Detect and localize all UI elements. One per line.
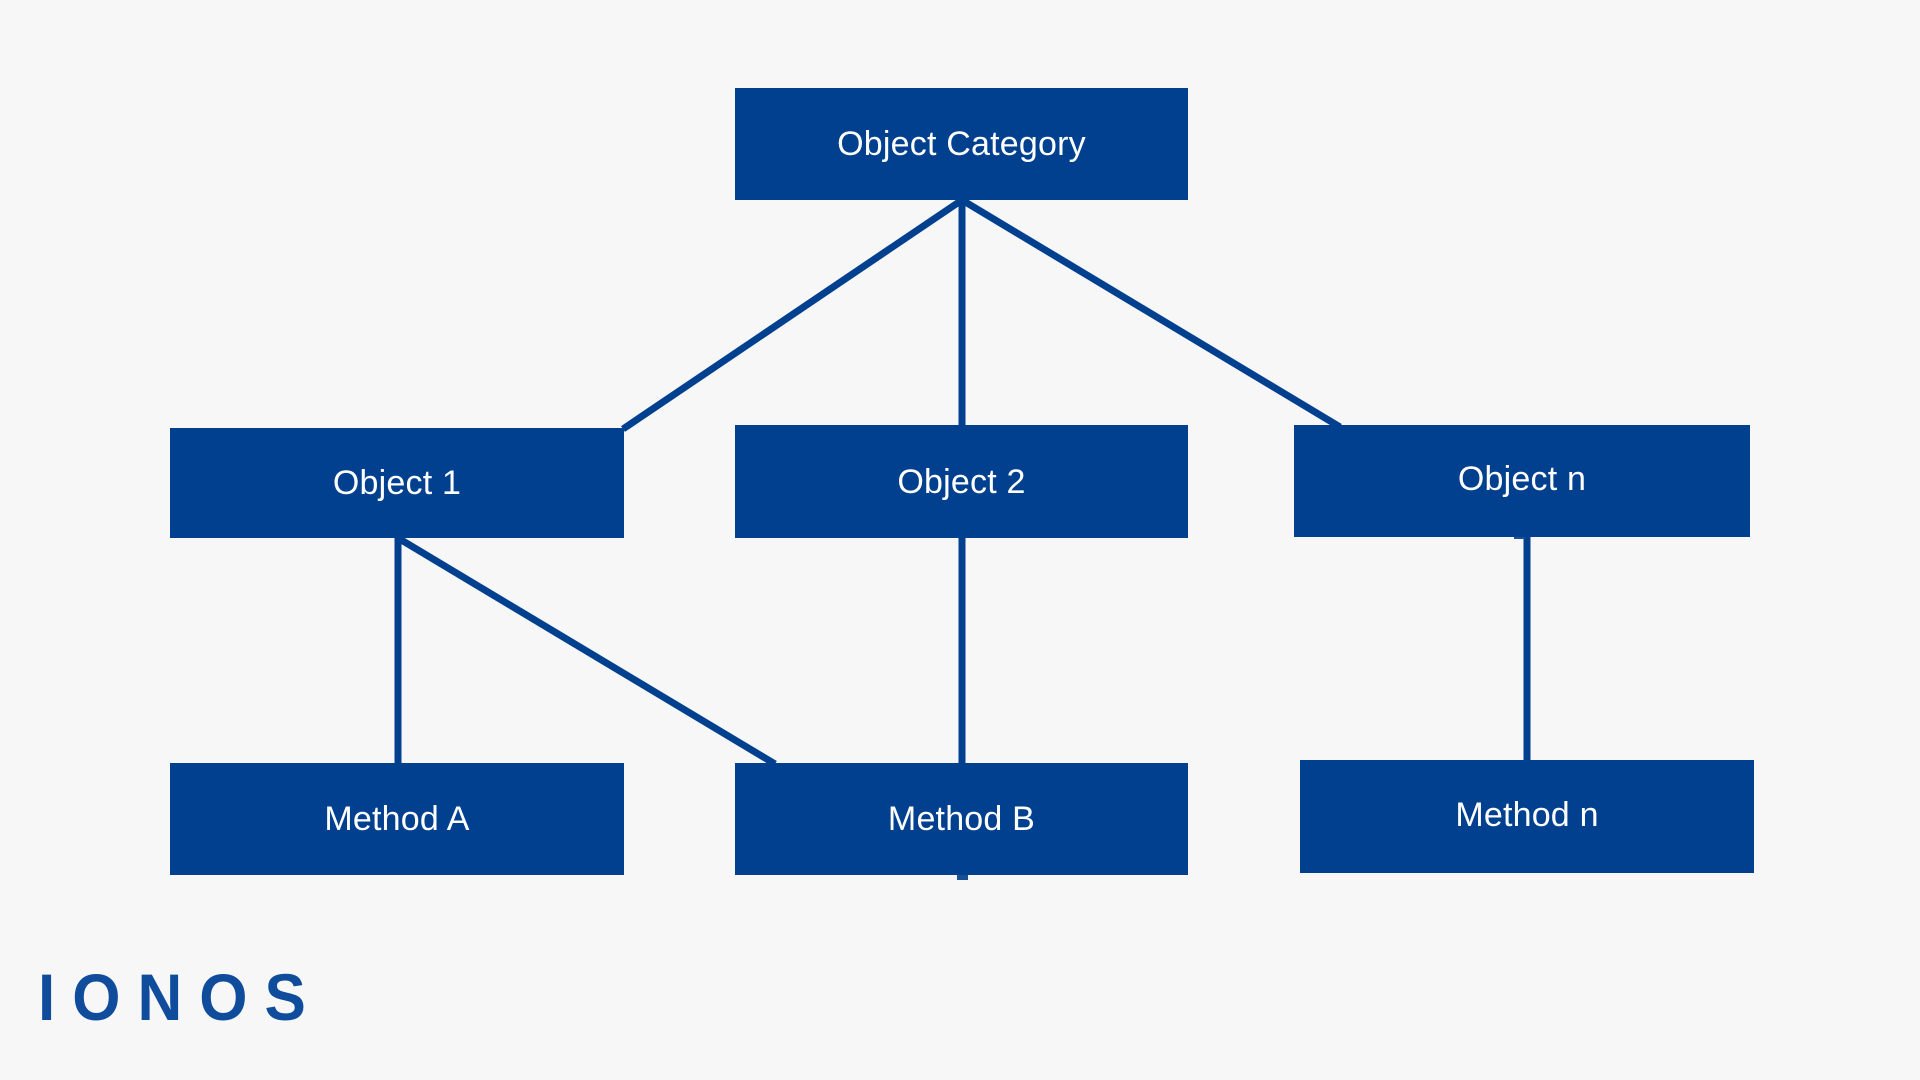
node-object-category-label: Object Category — [837, 125, 1086, 163]
node-method-b[interactable]: Method B — [735, 763, 1188, 875]
ionos-logo: IONOS — [38, 961, 323, 1035]
node-object-n[interactable]: Object n — [1294, 425, 1750, 537]
node-method-a-label: Method A — [324, 800, 470, 838]
node-object-1-label: Object 1 — [332, 464, 462, 502]
node-object-2[interactable]: Object 2 — [735, 425, 1188, 538]
node-layer: Object Category Object 1 Object 2 Object… — [0, 0, 1920, 1080]
diagram-canvas: Object Category Object 1 Object 2 Object… — [0, 0, 1920, 1080]
node-object-2-label: Object 2 — [897, 462, 1026, 501]
node-object-n-label: Object n — [1457, 460, 1587, 498]
node-method-n-label: Method n — [1455, 795, 1599, 834]
node-method-a[interactable]: Method A — [170, 763, 624, 875]
node-object-category[interactable]: Object Category — [735, 88, 1188, 200]
node-object-1[interactable]: Object 1 — [170, 428, 624, 538]
node-method-n[interactable]: Method n — [1300, 760, 1754, 873]
node-method-b-label: Method B — [887, 800, 1036, 838]
